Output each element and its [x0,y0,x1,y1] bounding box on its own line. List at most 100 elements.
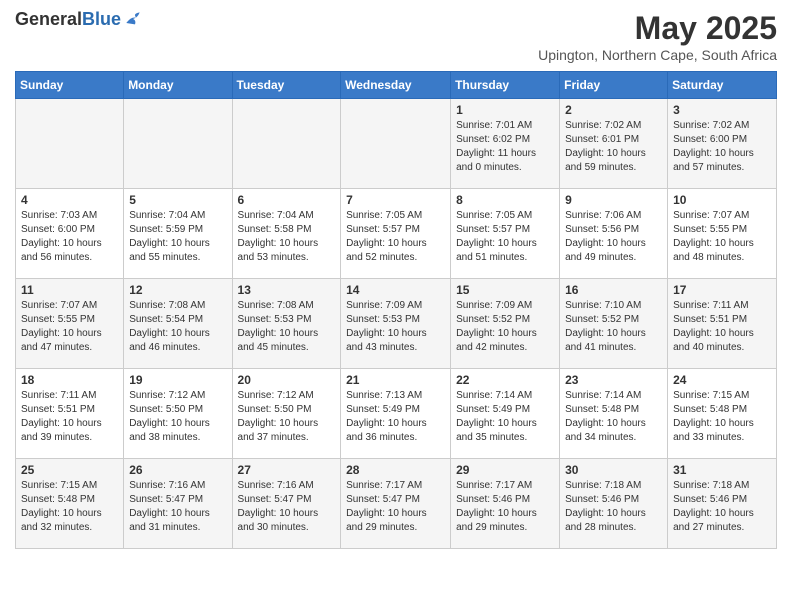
day-info: Sunrise: 7:11 AM Sunset: 5:51 PM Dayligh… [673,299,771,355]
day-number: 8 [456,193,554,207]
day-number: 18 [21,373,118,387]
calendar-cell: 3 Sunrise: 7:02 AM Sunset: 6:00 PM Daylig… [668,99,777,189]
day-number: 25 [21,463,118,477]
day-info: Sunrise: 7:02 AM Sunset: 6:00 PM Dayligh… [673,119,771,175]
calendar-table: SundayMondayTuesdayWednesdayThursdayFrid… [15,71,777,549]
header-day-friday: Friday [560,72,668,99]
calendar-cell: 1 Sunrise: 7:01 AM Sunset: 6:02 PM Daylig… [451,99,560,189]
calendar-cell: 30 Sunrise: 7:18 AM Sunset: 5:46 PM Dayli… [560,459,668,549]
calendar-cell: 13 Sunrise: 7:08 AM Sunset: 5:53 PM Dayli… [232,279,341,369]
calendar-cell: 7 Sunrise: 7:05 AM Sunset: 5:57 PM Daylig… [341,189,451,279]
day-info: Sunrise: 7:18 AM Sunset: 5:46 PM Dayligh… [565,479,662,535]
day-number: 29 [456,463,554,477]
calendar-cell: 12Sunrise: 7:08 AM Sunset: 5:54 PM Dayli… [124,279,232,369]
calendar-cell: 5 Sunrise: 7:04 AM Sunset: 5:59 PM Daylig… [124,189,232,279]
logo: GeneralBlue [15,10,143,28]
day-info: Sunrise: 7:15 AM Sunset: 5:48 PM Dayligh… [21,479,118,535]
day-info: Sunrise: 7:08 AM Sunset: 5:53 PM Dayligh… [238,299,336,355]
day-number: 21 [346,373,445,387]
week-row-5: 25 Sunrise: 7:15 AM Sunset: 5:48 PM Dayli… [16,459,777,549]
day-info: Sunrise: 7:09 AM Sunset: 5:52 PM Dayligh… [456,299,554,355]
calendar-cell: 25 Sunrise: 7:15 AM Sunset: 5:48 PM Dayli… [16,459,124,549]
calendar-cell [16,99,124,189]
day-info: Sunrise: 7:12 AM Sunset: 5:50 PM Dayligh… [129,389,226,445]
day-number: 31 [673,463,771,477]
day-number: 6 [238,193,336,207]
week-row-4: 18 Sunrise: 7:11 AM Sunset: 5:51 PM Dayli… [16,369,777,459]
calendar-container: GeneralBlue May 2025 Upington, Northern … [0,0,792,559]
day-number: 26 [129,463,226,477]
day-info: Sunrise: 7:05 AM Sunset: 5:57 PM Dayligh… [346,209,445,265]
calendar-cell: 8Sunrise: 7:05 AM Sunset: 5:57 PM Daylig… [451,189,560,279]
day-info: Sunrise: 7:15 AM Sunset: 5:48 PM Dayligh… [673,389,771,445]
day-info: Sunrise: 7:01 AM Sunset: 6:02 PM Dayligh… [456,119,554,175]
logo-bird-icon [123,11,143,27]
calendar-cell: 24 Sunrise: 7:15 AM Sunset: 5:48 PM Dayli… [668,369,777,459]
calendar-cell: 17 Sunrise: 7:11 AM Sunset: 5:51 PM Dayli… [668,279,777,369]
day-number: 17 [673,283,771,297]
calendar-cell: 18 Sunrise: 7:11 AM Sunset: 5:51 PM Dayli… [16,369,124,459]
day-number: 20 [238,373,336,387]
header-day-sunday: Sunday [16,72,124,99]
calendar-cell: 28 Sunrise: 7:17 AM Sunset: 5:47 PM Dayli… [341,459,451,549]
day-number: 1 [456,103,554,117]
day-number: 15 [456,283,554,297]
calendar-cell [341,99,451,189]
calendar-title: May 2025 [538,10,777,47]
calendar-cell: 29 Sunrise: 7:17 AM Sunset: 5:46 PM Dayli… [451,459,560,549]
day-number: 3 [673,103,771,117]
header-day-thursday: Thursday [451,72,560,99]
calendar-cell: 27 Sunrise: 7:16 AM Sunset: 5:47 PM Dayli… [232,459,341,549]
day-info: Sunrise: 7:12 AM Sunset: 5:50 PM Dayligh… [238,389,336,445]
day-info: Sunrise: 7:14 AM Sunset: 5:48 PM Dayligh… [565,389,662,445]
calendar-cell [124,99,232,189]
calendar-cell: 21 Sunrise: 7:13 AM Sunset: 5:49 PM Dayli… [341,369,451,459]
day-number: 24 [673,373,771,387]
day-info: Sunrise: 7:16 AM Sunset: 5:47 PM Dayligh… [129,479,226,535]
day-info: Sunrise: 7:14 AM Sunset: 5:49 PM Dayligh… [456,389,554,445]
day-number: 28 [346,463,445,477]
day-info: Sunrise: 7:13 AM Sunset: 5:49 PM Dayligh… [346,389,445,445]
calendar-cell: 20 Sunrise: 7:12 AM Sunset: 5:50 PM Dayli… [232,369,341,459]
calendar-cell: 26 Sunrise: 7:16 AM Sunset: 5:47 PM Dayli… [124,459,232,549]
calendar-cell: 19 Sunrise: 7:12 AM Sunset: 5:50 PM Dayli… [124,369,232,459]
calendar-cell: 23 Sunrise: 7:14 AM Sunset: 5:48 PM Dayli… [560,369,668,459]
header-day-monday: Monday [124,72,232,99]
day-number: 5 [129,193,226,207]
day-number: 23 [565,373,662,387]
day-number: 2 [565,103,662,117]
day-number: 19 [129,373,226,387]
day-number: 30 [565,463,662,477]
week-row-3: 11Sunrise: 7:07 AM Sunset: 5:55 PM Dayli… [16,279,777,369]
calendar-cell: 9Sunrise: 7:06 AM Sunset: 5:56 PM Daylig… [560,189,668,279]
day-info: Sunrise: 7:08 AM Sunset: 5:54 PM Dayligh… [129,299,226,355]
day-info: Sunrise: 7:11 AM Sunset: 5:51 PM Dayligh… [21,389,118,445]
day-info: Sunrise: 7:04 AM Sunset: 5:58 PM Dayligh… [238,209,336,265]
day-number: 27 [238,463,336,477]
day-info: Sunrise: 7:17 AM Sunset: 5:47 PM Dayligh… [346,479,445,535]
day-info: Sunrise: 7:10 AM Sunset: 5:52 PM Dayligh… [565,299,662,355]
calendar-cell: 16 Sunrise: 7:10 AM Sunset: 5:52 PM Dayli… [560,279,668,369]
logo-general-text: General [15,9,82,29]
day-info: Sunrise: 7:07 AM Sunset: 5:55 PM Dayligh… [673,209,771,265]
day-number: 7 [346,193,445,207]
title-area: May 2025 Upington, Northern Cape, South … [538,10,777,63]
calendar-cell: 6 Sunrise: 7:04 AM Sunset: 5:58 PM Daylig… [232,189,341,279]
calendar-cell: 2Sunrise: 7:02 AM Sunset: 6:01 PM Daylig… [560,99,668,189]
day-number: 16 [565,283,662,297]
day-number: 13 [238,283,336,297]
day-number: 10 [673,193,771,207]
day-info: Sunrise: 7:07 AM Sunset: 5:55 PM Dayligh… [21,299,118,355]
calendar-subtitle: Upington, Northern Cape, South Africa [538,47,777,63]
calendar-cell: 4Sunrise: 7:03 AM Sunset: 6:00 PM Daylig… [16,189,124,279]
day-info: Sunrise: 7:17 AM Sunset: 5:46 PM Dayligh… [456,479,554,535]
logo-blue-text: Blue [82,9,121,29]
day-number: 4 [21,193,118,207]
calendar-cell: 11Sunrise: 7:07 AM Sunset: 5:55 PM Dayli… [16,279,124,369]
day-info: Sunrise: 7:06 AM Sunset: 5:56 PM Dayligh… [565,209,662,265]
header-day-wednesday: Wednesday [341,72,451,99]
day-number: 14 [346,283,445,297]
calendar-cell: 22Sunrise: 7:14 AM Sunset: 5:49 PM Dayli… [451,369,560,459]
day-info: Sunrise: 7:16 AM Sunset: 5:47 PM Dayligh… [238,479,336,535]
day-info: Sunrise: 7:04 AM Sunset: 5:59 PM Dayligh… [129,209,226,265]
